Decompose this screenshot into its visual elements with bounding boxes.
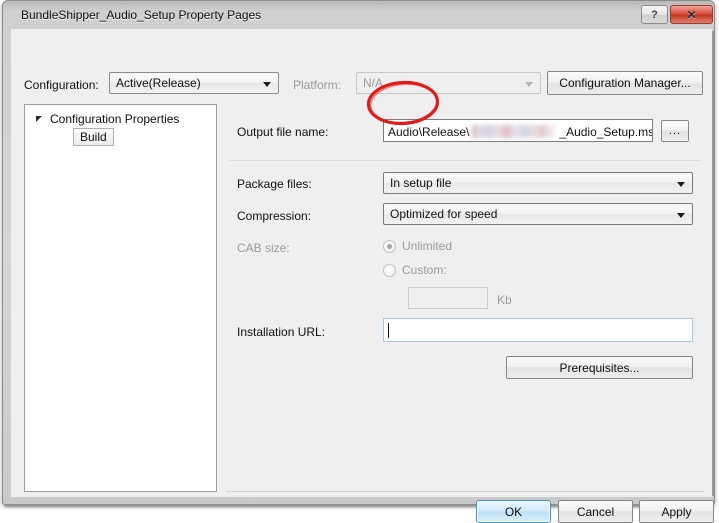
tree-item-build-label: Build [80, 129, 107, 144]
output-file-name-input[interactable]: Audio\Release\ _Audio_Setup.msi [383, 119, 653, 142]
configuration-manager-button[interactable]: Configuration Manager... [547, 71, 703, 95]
dialog-client-area: Configuration: Active(Release) Platform:… [11, 29, 714, 523]
installation-url-input[interactable] [383, 318, 693, 342]
prerequisites-button[interactable]: Prerequisites... [506, 356, 693, 379]
cab-size-custom-label: Custom: [402, 263, 447, 277]
chevron-down-icon [677, 182, 685, 187]
output-file-name-value: Audio\Release\ _Audio_Setup.msi [388, 123, 653, 139]
browse-output-file-button[interactable]: ... [661, 120, 689, 142]
text-cursor [388, 323, 389, 338]
separator-bottom [226, 491, 704, 492]
tree-item-configuration-properties[interactable]: Configuration Properties [35, 110, 179, 127]
cancel-label: Cancel [576, 504, 615, 519]
triangle-expanded-icon[interactable] [35, 113, 47, 125]
output-path-prefix: Audio\Release\ [388, 125, 470, 139]
configuration-value: Active(Release) [116, 76, 201, 90]
close-icon: ✕ [686, 7, 697, 22]
tree-root-label: Configuration Properties [50, 111, 180, 126]
cab-size-custom-radio: Custom: [383, 263, 447, 277]
output-path-suffix: _Audio_Setup.msi [559, 125, 653, 139]
ellipsis-icon: ... [668, 125, 682, 137]
cab-size-label: CAB size: [237, 241, 290, 255]
desktop-backdrop: BundleShipper_Audio_Setup Property Pages… [0, 0, 719, 523]
help-button[interactable]: ? [641, 5, 668, 24]
property-tree-panel[interactable]: Configuration Properties Build [24, 104, 217, 492]
radio-selected-icon [383, 239, 396, 253]
chevron-down-icon [525, 82, 533, 87]
platform-dropdown: N/A [356, 72, 541, 94]
package-files-dropdown[interactable]: In setup file [383, 172, 693, 194]
chevron-down-icon [677, 213, 685, 218]
close-button[interactable]: ✕ [670, 5, 713, 24]
ok-label: OK [504, 504, 523, 519]
configuration-label: Configuration: [24, 78, 99, 92]
separator-top [229, 160, 701, 161]
tree-item-build[interactable]: Build [73, 128, 114, 146]
property-pages-window: BundleShipper_Audio_Setup Property Pages… [2, 0, 715, 523]
cab-size-unlimited-radio: Unlimited [383, 239, 452, 253]
cab-size-unlimited-label: Unlimited [402, 239, 453, 253]
apply-button[interactable]: Apply [639, 500, 714, 523]
platform-value: N/A [363, 76, 384, 90]
radio-unselected-icon [383, 263, 396, 277]
cab-size-input [408, 287, 488, 309]
title-bar[interactable]: BundleShipper_Audio_Setup Property Pages… [11, 4, 713, 28]
compression-value: Optimized for speed [390, 207, 498, 221]
cancel-button[interactable]: Cancel [558, 500, 633, 523]
cab-size-units-label: Kb [497, 293, 512, 307]
chevron-down-icon [263, 82, 271, 87]
compression-label: Compression: [237, 209, 312, 223]
package-files-label: Package files: [237, 177, 312, 191]
installation-url-label: Installation URL: [237, 325, 326, 339]
output-file-name-label: Output file name: [237, 125, 329, 139]
configuration-dropdown[interactable]: Active(Release) [109, 72, 279, 94]
configuration-manager-label: Configuration Manager... [559, 76, 691, 90]
prerequisites-label: Prerequisites... [559, 360, 640, 375]
package-files-value: In setup file [390, 176, 452, 190]
apply-label: Apply [661, 504, 692, 519]
redacted-text-blur [470, 125, 559, 138]
compression-dropdown[interactable]: Optimized for speed [383, 203, 693, 225]
platform-label: Platform: [293, 78, 342, 92]
question-mark-icon: ? [651, 8, 658, 21]
ok-button[interactable]: OK [476, 500, 551, 523]
window-title: BundleShipper_Audio_Setup Property Pages [21, 8, 262, 22]
